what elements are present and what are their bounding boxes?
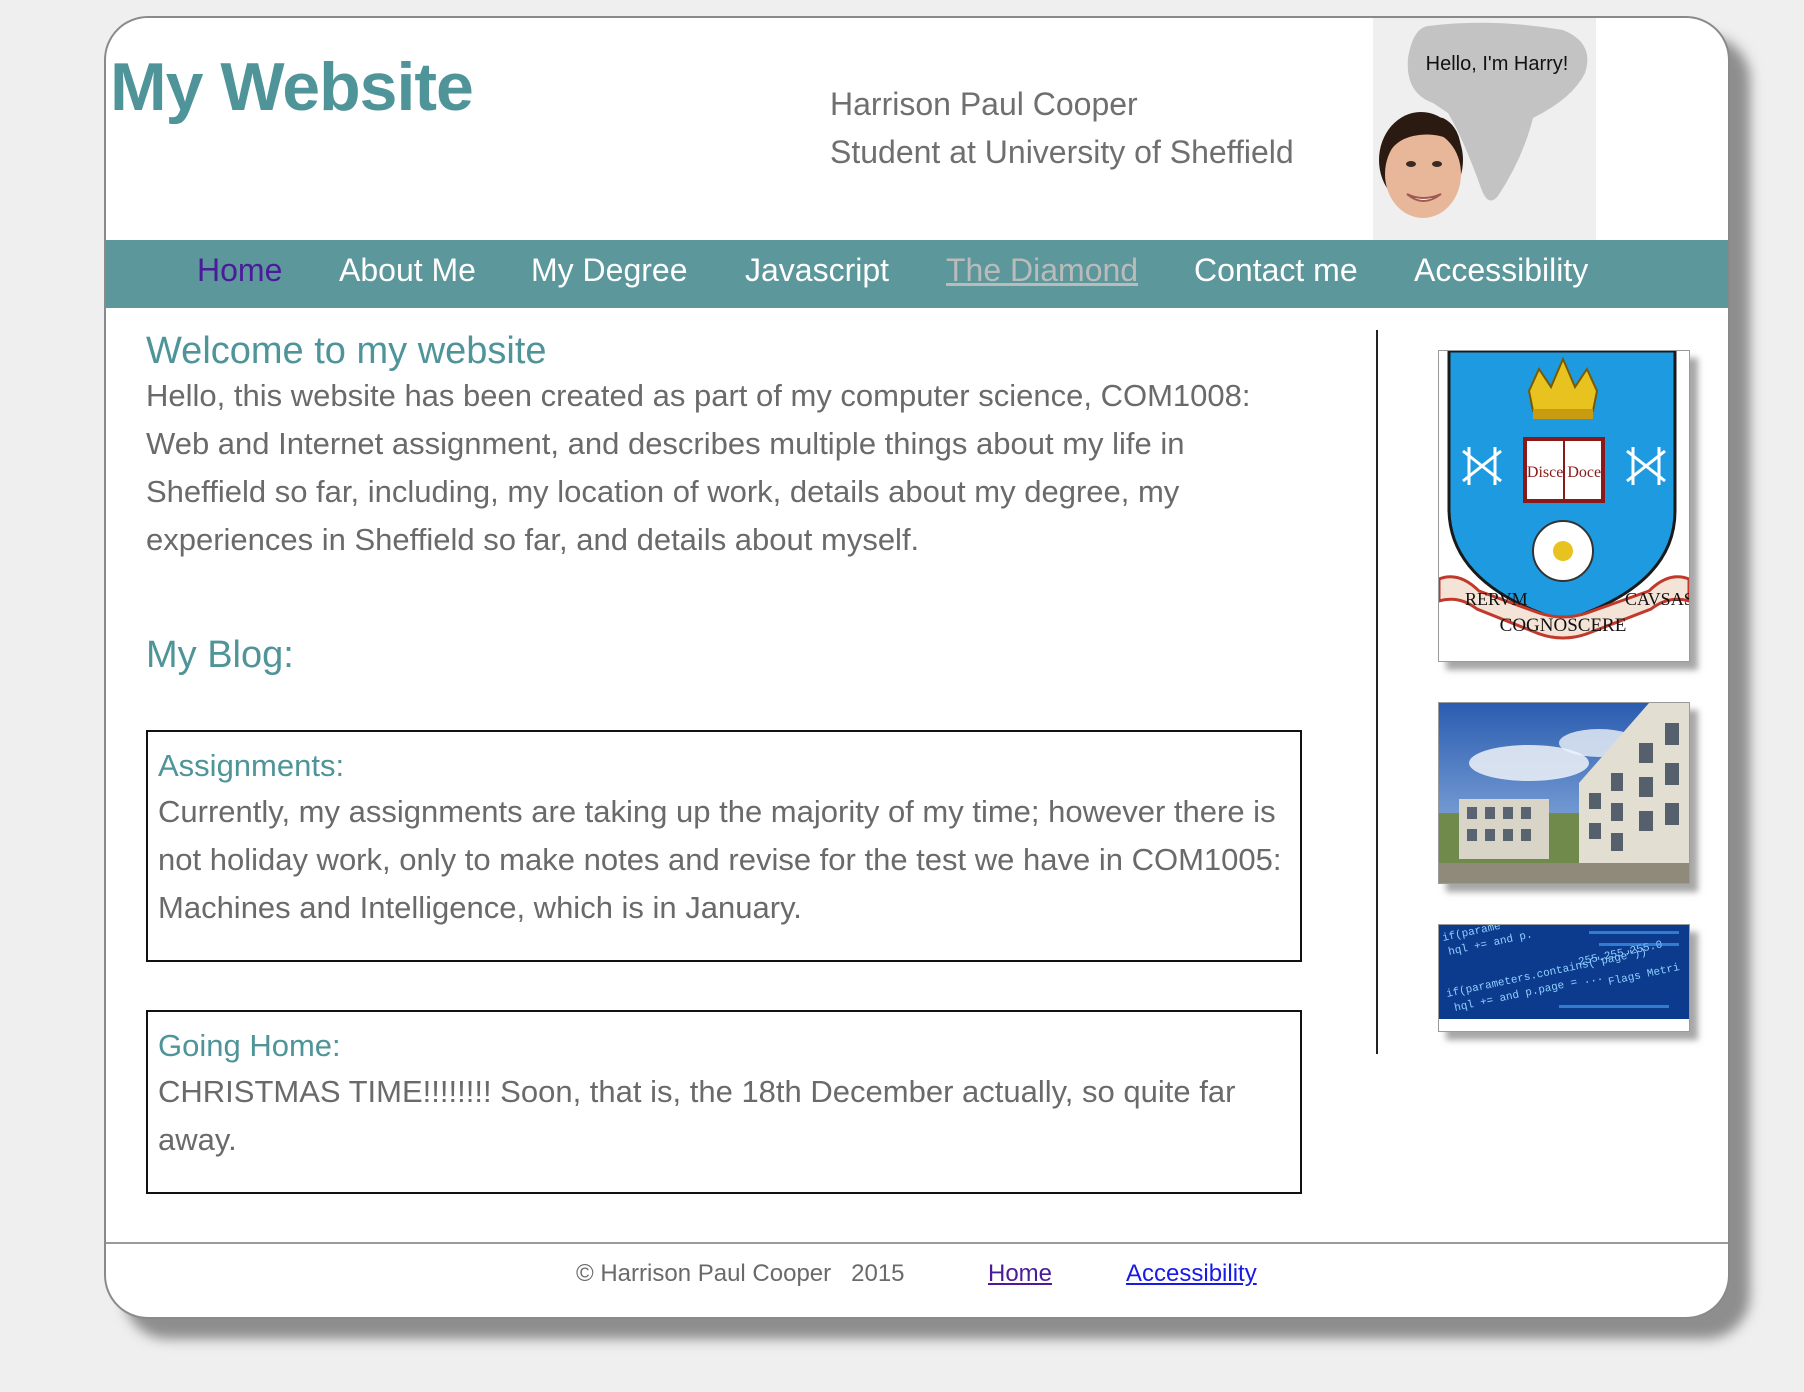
- footer-accessibility-link[interactable]: Accessibility: [1126, 1260, 1257, 1288]
- nav-javascript[interactable]: Javascript: [745, 252, 889, 289]
- blog-post-text: CHRISTMAS TIME!!!!!!!! Soon, that is, th…: [158, 1074, 1236, 1157]
- blog-heading: My Blog:: [146, 634, 294, 676]
- footer-copyright: © Harrison Paul Cooper 2015: [576, 1260, 905, 1287]
- code-screen-image: if(parame hql += and p. if(parameters.co…: [1438, 924, 1690, 1032]
- main-nav: Home About Me My Degree Javascript The D…: [106, 240, 1728, 308]
- avatar: Hello, I'm Harry!: [1373, 18, 1596, 240]
- blog-post-text: Currently, my assignments are taking up …: [158, 794, 1282, 925]
- crest-motto-center: COGNOSCERE: [1500, 615, 1627, 636]
- nav-the-diamond[interactable]: The Diamond: [946, 252, 1138, 289]
- author-name: Harrison Paul Cooper: [830, 86, 1138, 122]
- crest-motto-left: RERVM: [1465, 589, 1528, 609]
- author-subtitle: Student at University of Sheffield: [830, 134, 1294, 170]
- nav-home[interactable]: Home: [197, 252, 282, 289]
- page-container: My Website Harrison Paul Cooper Student …: [104, 16, 1730, 1319]
- footer-divider: [106, 1242, 1728, 1244]
- sidebar-divider: [1376, 330, 1378, 1054]
- crest-book-text: Disce Doce: [1527, 464, 1601, 481]
- site-title: My Website: [110, 49, 474, 125]
- welcome-heading: Welcome to my website: [146, 330, 547, 372]
- university-crest-image: Disce Doce RERVM COGNOSCERE CAVSAS: [1438, 350, 1690, 662]
- nav-accessibility[interactable]: Accessibility: [1414, 252, 1588, 289]
- blog-post-going-home: Going Home: CHRISTMAS TIME!!!!!!!! Soon,…: [146, 1010, 1302, 1194]
- author-info: Harrison Paul Cooper Student at Universi…: [830, 80, 1294, 176]
- blog-post-assignments: Assignments: Currently, my assignments a…: [146, 730, 1302, 962]
- accommodation-building-image: [1438, 702, 1690, 884]
- crest-motto-right: CAVSAS: [1625, 589, 1689, 609]
- welcome-text: Hello, this website has been created as …: [146, 378, 1251, 557]
- nav-contact-me[interactable]: Contact me: [1194, 252, 1358, 289]
- blog-post-title: Assignments:: [158, 748, 345, 783]
- speech-bubble-text: Hello, I'm Harry!: [1426, 53, 1569, 75]
- nav-about-me[interactable]: About Me: [339, 252, 476, 289]
- nav-my-degree[interactable]: My Degree: [531, 252, 688, 289]
- blog-post-title: Going Home:: [158, 1028, 341, 1063]
- footer-home-link[interactable]: Home: [988, 1260, 1052, 1288]
